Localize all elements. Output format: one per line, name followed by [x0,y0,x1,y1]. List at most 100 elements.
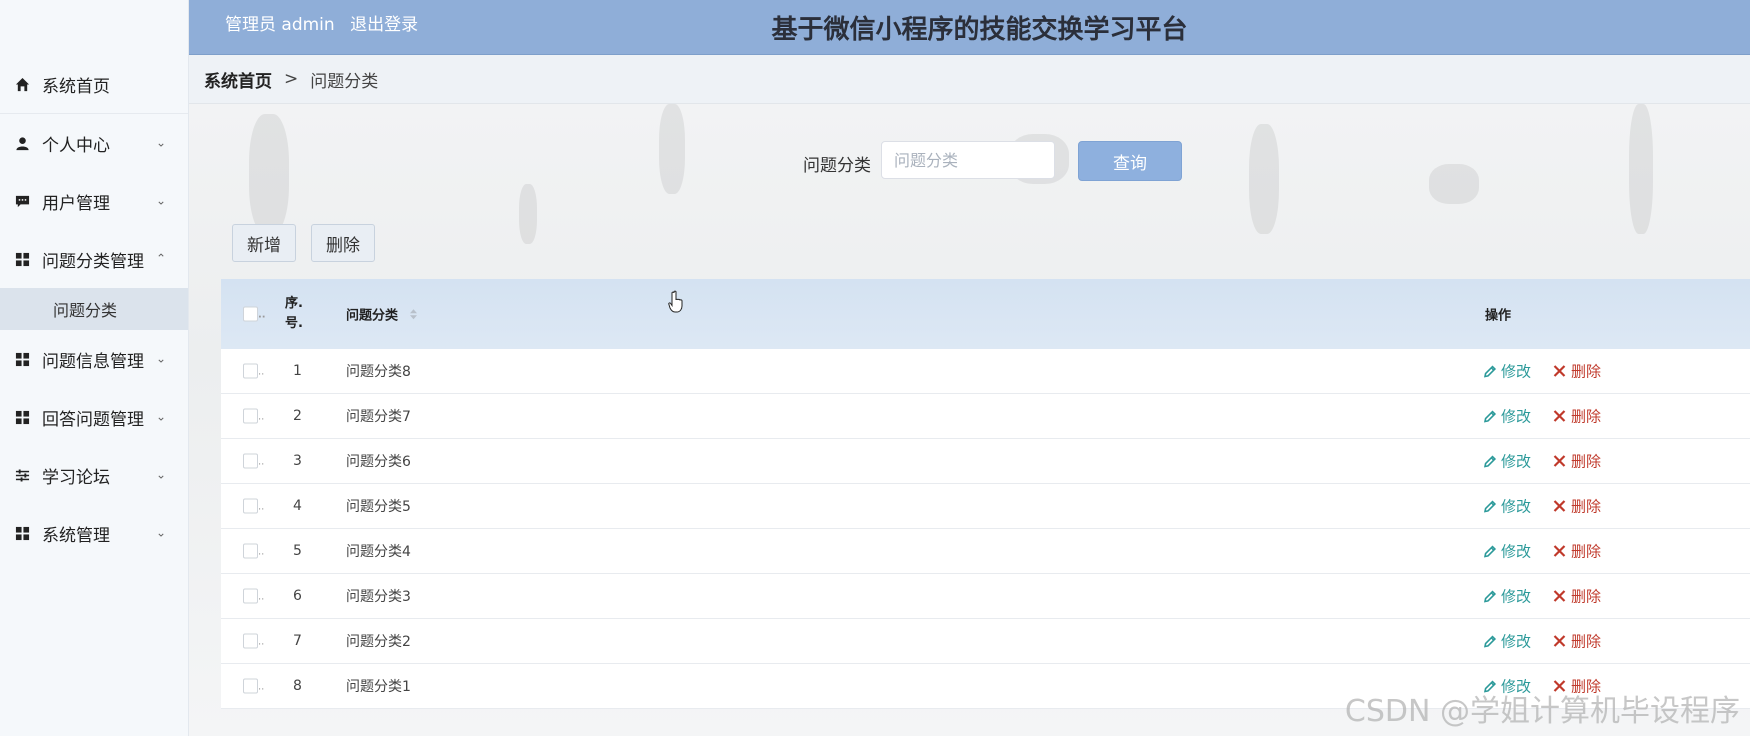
edit-button[interactable]: 修改 [1483,541,1531,562]
row-index: 5 [293,543,302,559]
row-index: 8 [293,678,302,694]
close-icon [1553,635,1566,647]
sidebar-item-user-management[interactable]: 用户管理 ⌄ [0,172,188,230]
category-search-input[interactable] [881,141,1055,179]
table-row: .. 2 问题分类7 修改 删除 [221,394,1750,439]
edit-button[interactable]: 修改 [1483,451,1531,472]
home-icon [14,77,30,93]
header-ops: 操作 [1485,308,1512,324]
edit-button[interactable]: 修改 [1483,361,1531,382]
row-category-name: 问题分类7 [346,409,411,425]
edit-label: 修改 [1501,452,1532,471]
row-index: 4 [293,498,302,514]
delete-button[interactable]: 删除 [1553,586,1601,607]
row-index: 7 [293,633,302,649]
breadcrumb-separator: > [284,69,299,89]
row-index: 2 [293,408,302,424]
breadcrumb-current: 问题分类 [310,71,379,92]
header-index-line1: 序. [285,296,303,311]
sidebar-item-label: 问题信息管理 [42,351,144,372]
row-actions: 修改 删除 [1483,496,1601,517]
table-row: .. 4 问题分类5 修改 删除 [221,484,1750,529]
grid-icon [14,525,30,541]
search-label: 问题分类 [803,156,871,176]
row-category-name: 问题分类8 [346,364,411,380]
row-checkbox[interactable] [243,363,258,379]
header-index-line2: 号. [285,316,303,331]
delete-button[interactable]: 删除 [1553,631,1601,652]
edit-button[interactable]: 修改 [1483,496,1531,517]
sidebar-item-personal-center[interactable]: 个人中心 ⌄ [0,114,188,172]
row-checkbox[interactable] [243,408,258,424]
sidebar-subitem-category[interactable]: 问题分类 [0,288,188,330]
query-button[interactable]: 查询 [1078,141,1182,181]
row-ellipsis: .. [258,636,265,648]
main-content: 问题分类 查询 新增 删除 .. 序. 号. 问题分类 操作 .. 1 问题分类… [189,104,1750,736]
edit-label: 修改 [1501,587,1532,606]
delete-button[interactable]: 删除 [1553,541,1601,562]
pencil-icon [1483,634,1497,648]
sort-icon[interactable] [409,308,418,324]
row-category-name: 问题分类5 [346,499,411,515]
chevron-down-icon: ⌄ [155,193,166,208]
breadcrumb: 系统首页 > 问题分类 [189,55,1750,104]
edit-label: 修改 [1501,632,1532,651]
select-all-checkbox[interactable] [243,306,258,322]
sidebar-item-label: 个人中心 [42,135,110,156]
sidebar-subitem-label: 问题分类 [53,301,118,320]
row-actions: 修改 删除 [1483,406,1601,427]
delete-button[interactable]: 删除 [1553,496,1601,517]
grid-icon [14,351,30,367]
header-category[interactable]: 问题分类 [346,304,418,324]
sidebar-item-system-management[interactable]: 系统管理 ⌄ [0,504,188,562]
edit-button[interactable]: 修改 [1483,586,1531,607]
row-index: 3 [293,453,302,469]
delete-button[interactable]: 删除 [1553,406,1601,427]
header-category-label: 问题分类 [346,308,399,324]
row-index: 6 [293,588,302,604]
sidebar-item-forum[interactable]: 学习论坛 ⌄ [0,446,188,504]
row-category-name: 问题分类3 [346,589,411,605]
row-checkbox[interactable] [243,453,258,469]
row-checkbox[interactable] [243,498,258,514]
row-category-name: 问题分类1 [346,679,411,695]
pencil-icon [1483,454,1497,468]
chevron-down-icon: ⌄ [155,351,166,366]
delete-label: 删除 [1571,452,1602,471]
delete-label: 删除 [1571,632,1602,651]
table-row: .. 1 问题分类8 修改 删除 [221,349,1750,394]
top-header: 管理员 admin 退出登录 基于微信小程序的技能交换学习平台 [189,0,1750,55]
row-ellipsis: .. [258,456,265,468]
row-actions: 修改 删除 [1483,541,1601,562]
sidebar: 系统首页 个人中心 ⌄ 用户管理 ⌄ 问题分类管理 ⌃ 问题分类 问题信息管理 … [0,0,189,736]
close-icon [1553,365,1566,377]
sidebar-item-question-management[interactable]: 问题信息管理 ⌄ [0,330,188,388]
chevron-down-icon: ⌄ [155,467,166,482]
watermark: CSDN @学姐计算机毕设程序 [1344,694,1740,729]
sidebar-item-category-management[interactable]: 问题分类管理 ⌃ [0,230,188,288]
row-checkbox[interactable] [243,588,258,604]
grid-icon [14,251,30,267]
sidebar-item-home[interactable]: 系统首页 [0,56,188,114]
row-checkbox[interactable] [243,633,258,649]
add-button[interactable]: 新增 [232,224,296,262]
row-category-name: 问题分类2 [346,634,411,650]
edit-label: 修改 [1501,407,1532,426]
sidebar-menu: 系统首页 个人中心 ⌄ 用户管理 ⌄ 问题分类管理 ⌃ 问题分类 问题信息管理 … [0,56,188,562]
batch-delete-button[interactable]: 删除 [311,224,375,262]
row-actions: 修改 删除 [1483,361,1601,382]
close-icon [1553,410,1566,422]
delete-label: 删除 [1571,362,1602,381]
edit-label: 修改 [1501,542,1532,561]
grid-icon [14,409,30,425]
sidebar-item-answer-management[interactable]: 回答问题管理 ⌄ [0,388,188,446]
edit-button[interactable]: 修改 [1483,631,1531,652]
delete-button[interactable]: 删除 [1553,451,1601,472]
row-actions: 修改 删除 [1483,631,1601,652]
row-checkbox[interactable] [243,543,258,559]
row-checkbox[interactable] [243,678,258,694]
row-ellipsis: .. [258,366,265,378]
delete-button[interactable]: 删除 [1553,361,1601,382]
breadcrumb-home[interactable]: 系统首页 [204,67,272,92]
edit-button[interactable]: 修改 [1483,406,1531,427]
